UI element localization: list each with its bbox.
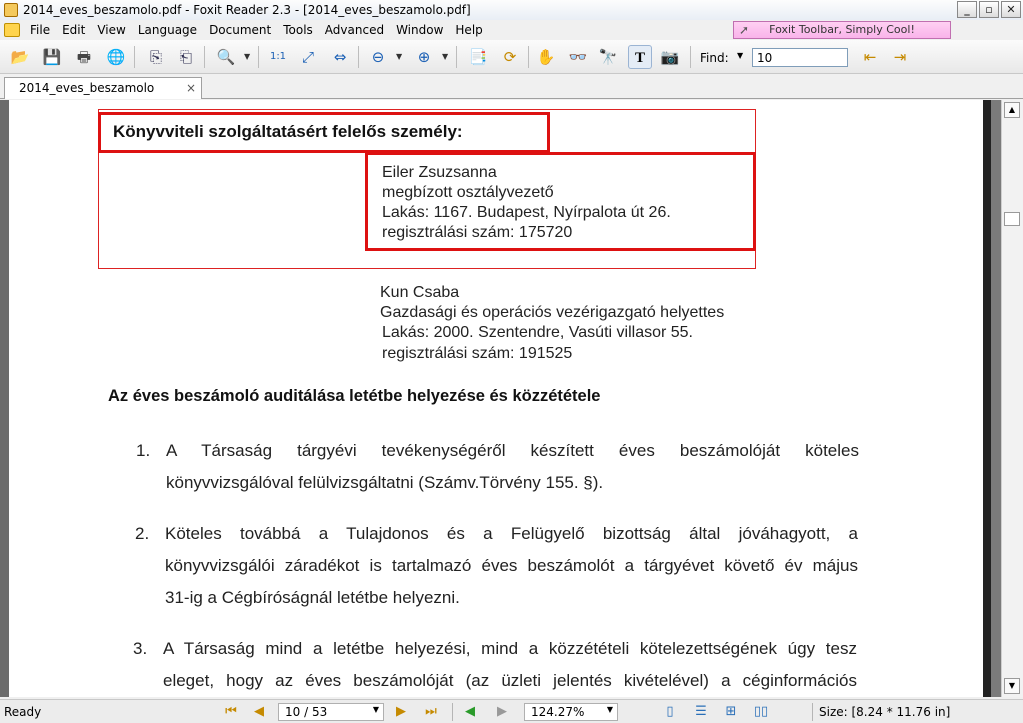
close-button[interactable]: ✕ bbox=[1001, 1, 1021, 18]
item1-line1: A Társaság tárgyévi tevékenységéről kész… bbox=[166, 441, 859, 460]
tab-bar: 2014_eves_beszamolo × bbox=[0, 75, 1023, 99]
item3-line1: A Társaság mind a letétbe helyezési, min… bbox=[163, 639, 857, 658]
item3-line2: eleget, hogy az éves beszámolóját (az üz… bbox=[163, 671, 857, 690]
next-page-icon[interactable]: ▶ bbox=[392, 703, 410, 721]
contact1-role: megbízott osztályvezető bbox=[382, 184, 554, 201]
find-next-icon[interactable]: ⇥ bbox=[888, 45, 912, 69]
document-tab[interactable]: 2014_eves_beszamolo × bbox=[4, 77, 202, 99]
item1-line2: könyvvizsgálóval felülvizsgáltatni (Szám… bbox=[166, 473, 604, 492]
tab-label: 2014_eves_beszamolo bbox=[19, 81, 155, 95]
toolbar: 📂 💾 🖶 🌐 ⎘ ⎗ 🔍 ▼ 1:1 ⤢ ⇔ ⊖ ▼ ⊕ ▼ 📑 ⟳ ✋ 👓 … bbox=[0, 40, 1023, 74]
continuous-view-icon[interactable]: ☰ bbox=[692, 703, 710, 721]
binoculars-icon[interactable]: 🔭 bbox=[596, 45, 620, 69]
vertical-scrollbar[interactable]: ▲ ▼ bbox=[1001, 100, 1023, 697]
email-globe-icon[interactable]: 🌐 bbox=[104, 45, 128, 69]
cursor-arrow-icon: ➚ bbox=[738, 23, 750, 37]
first-page-icon[interactable]: ⏮ bbox=[222, 703, 240, 721]
find-input[interactable] bbox=[752, 48, 848, 67]
promo-label: Foxit Toolbar, Simply Cool! bbox=[769, 23, 915, 36]
item3-number: 3. bbox=[133, 639, 148, 658]
hand-tool-icon[interactable]: ✋ bbox=[534, 45, 558, 69]
contact1-address: Lakás: 1167. Budapest, Nyírpalota út 26. bbox=[382, 204, 671, 221]
page-dropdown-icon[interactable]: ▼ bbox=[373, 705, 379, 714]
menu-window[interactable]: Window bbox=[390, 23, 449, 37]
find-previous-icon[interactable]: ⇤ bbox=[858, 45, 882, 69]
menu-language[interactable]: Language bbox=[132, 23, 203, 37]
previous-page-icon[interactable]: ◀ bbox=[250, 703, 268, 721]
pdf-app-icon bbox=[4, 3, 18, 17]
zoom-in-circle-icon[interactable]: ⊕ bbox=[412, 45, 436, 69]
scroll-up-icon[interactable]: ▲ bbox=[1004, 102, 1020, 118]
contact2-registration: regisztrálási szám: 191525 bbox=[382, 345, 573, 362]
single-page-view-icon[interactable]: ▯ bbox=[661, 703, 679, 721]
fit-width-icon[interactable]: ⇔ bbox=[328, 45, 352, 69]
window-controls: _ ▫ ✕ bbox=[957, 1, 1021, 18]
tab-close-icon[interactable]: × bbox=[186, 81, 196, 95]
menu-file[interactable]: File bbox=[24, 23, 56, 37]
document-view[interactable]: Könyvviteli szolgáltatásért felelős szem… bbox=[0, 100, 1001, 697]
status-ready: Ready bbox=[4, 705, 42, 719]
go-back-icon[interactable]: ◀ bbox=[461, 703, 479, 721]
status-bar: Ready ⏮ ◀ 10 / 53 ▼ ▶ ⏭ ◀ ▶ 124.27% ▼ ▯ … bbox=[0, 699, 1023, 723]
zoom-level-value: 124.27% bbox=[531, 705, 585, 719]
title-bar: 2014_eves_beszamolo.pdf - Foxit Reader 2… bbox=[0, 0, 1023, 20]
last-page-icon[interactable]: ⏭ bbox=[422, 703, 440, 721]
zoom-dropdown-icon[interactable]: ▼ bbox=[244, 52, 250, 61]
zoom-in-dropdown-icon[interactable]: ▼ bbox=[442, 52, 448, 61]
go-forward-icon[interactable]: ▶ bbox=[493, 703, 511, 721]
zoom-level-field[interactable]: 124.27% ▼ bbox=[524, 703, 618, 721]
foxit-toolbar-promo[interactable]: ➚ Foxit Toolbar, Simply Cool! bbox=[733, 21, 951, 39]
page-size: Size: [8.24 * 11.76 in] bbox=[819, 705, 951, 719]
pdf-page: Könyvviteli szolgáltatásért felelős szem… bbox=[9, 100, 991, 697]
copy-page-icon[interactable]: ⎘ bbox=[144, 45, 168, 69]
rotate-icon[interactable]: ⟳ bbox=[498, 45, 522, 69]
item2-line2: könyvvizsgálói záradékot is tartalmazó é… bbox=[165, 556, 858, 575]
item1-number: 1. bbox=[136, 441, 151, 460]
zoom-out-dropdown-icon[interactable]: ▼ bbox=[396, 52, 402, 61]
snapshot-camera-icon[interactable]: 📷 bbox=[658, 45, 682, 69]
paste-page-icon[interactable]: ⎗ bbox=[174, 45, 198, 69]
scroll-thumb[interactable] bbox=[1004, 212, 1020, 226]
menu-view[interactable]: View bbox=[91, 23, 131, 37]
bookmark-icon[interactable]: 📑 bbox=[466, 45, 490, 69]
contact2-name: Kun Csaba bbox=[380, 284, 460, 301]
zoom-out-circle-icon[interactable]: ⊖ bbox=[366, 45, 390, 69]
facing-view-icon[interactable]: ⊞ bbox=[722, 703, 740, 721]
scroll-down-icon[interactable]: ▼ bbox=[1004, 678, 1020, 694]
item2-line1: Köteles továbbá a Tulajdonos és a Felügy… bbox=[165, 524, 858, 543]
open-folder-icon[interactable]: 📂 bbox=[8, 45, 32, 69]
minimize-button[interactable]: _ bbox=[957, 1, 977, 18]
continuous-facing-view-icon[interactable]: ▯▯ bbox=[752, 703, 770, 721]
menu-edit[interactable]: Edit bbox=[56, 23, 91, 37]
menu-document[interactable]: Document bbox=[203, 23, 277, 37]
zoom-in-icon[interactable]: 🔍 bbox=[214, 45, 238, 69]
contact1-registration: regisztrálási szám: 175720 bbox=[382, 224, 573, 241]
menu-help[interactable]: Help bbox=[449, 23, 488, 37]
select-text-icon[interactable]: T bbox=[628, 45, 652, 69]
save-icon[interactable]: 💾 bbox=[40, 45, 64, 69]
print-icon[interactable]: 🖶 bbox=[72, 45, 96, 69]
contact2-role: Gazdasági és operációs vezérigazgató hel… bbox=[380, 304, 725, 321]
maximize-button[interactable]: ▫ bbox=[979, 1, 999, 18]
document-menu-icon[interactable] bbox=[4, 23, 20, 37]
page-number-value: 10 / 53 bbox=[285, 705, 328, 719]
page-number-field[interactable]: 10 / 53 ▼ bbox=[278, 703, 384, 721]
fit-page-icon[interactable]: ⤢ bbox=[296, 45, 320, 69]
contact1-name: Eiler Zsuzsanna bbox=[382, 164, 497, 181]
item2-line3: 31-ig a Cégbíróságnál letétbe helyezni. bbox=[165, 588, 460, 607]
contact2-address: Lakás: 2000. Szentendre, Vasúti villasor… bbox=[382, 324, 693, 341]
menu-tools[interactable]: Tools bbox=[277, 23, 319, 37]
actual-size-icon[interactable]: 1:1 bbox=[266, 45, 290, 69]
window-title: 2014_eves_beszamolo.pdf - Foxit Reader 2… bbox=[23, 3, 471, 17]
responsible-person-heading: Könyvviteli szolgáltatásért felelős szem… bbox=[113, 122, 463, 141]
find-options-dropdown-icon[interactable]: ▼ bbox=[737, 51, 743, 60]
zoom-level-dropdown-icon[interactable]: ▼ bbox=[607, 705, 613, 714]
glasses-icon[interactable]: 👓 bbox=[566, 45, 590, 69]
section-title: Az éves beszámoló auditálása letétbe hel… bbox=[108, 387, 601, 405]
menu-advanced[interactable]: Advanced bbox=[319, 23, 390, 37]
item2-number: 2. bbox=[135, 524, 150, 543]
find-label: Find: bbox=[700, 51, 729, 65]
